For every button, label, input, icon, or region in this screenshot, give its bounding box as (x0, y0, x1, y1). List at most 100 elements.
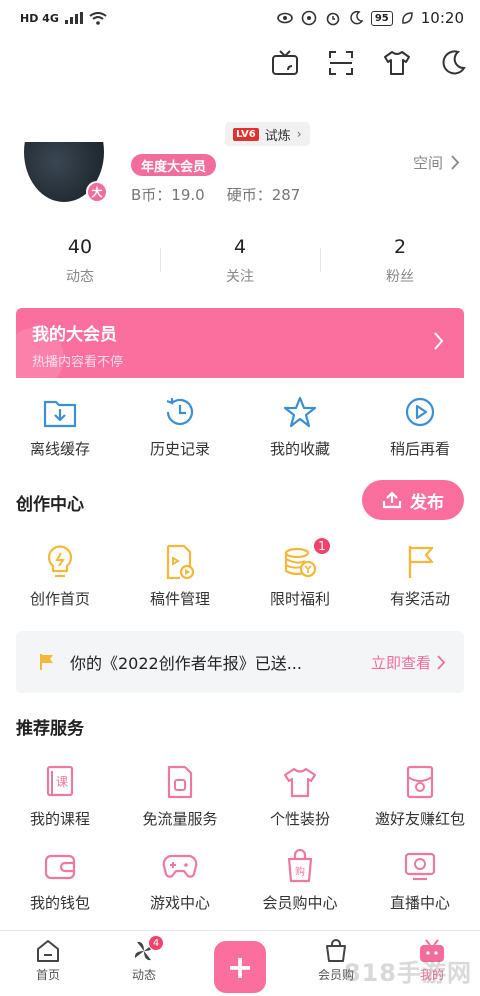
watch-later-icon (402, 394, 438, 430)
home-icon (37, 940, 59, 962)
vip-banner[interactable]: 我的大会员 热播内容看不停 (16, 308, 464, 378)
stat-label: 关注 (226, 269, 254, 285)
chevron-right-icon: › (296, 127, 302, 141)
view-now-label: 立即查看 (370, 653, 431, 672)
service-label: 免流量服务 (142, 810, 218, 828)
chevron-right-icon (437, 654, 446, 670)
leaf-icon (401, 12, 413, 24)
creator-label: 创作首页 (29, 590, 90, 608)
vibrate-icon (301, 10, 317, 26)
vip-banner-subtitle: 热播内容看不停 (32, 355, 124, 370)
star-icon (282, 394, 318, 430)
chevron-right-icon (451, 155, 460, 170)
shopping-bag-icon: 购 (282, 848, 318, 884)
services-title: 推荐服务 (16, 719, 84, 739)
tab-create[interactable]: + (192, 931, 288, 996)
tshirt-icon (282, 764, 318, 800)
stat-number: 2 (393, 236, 407, 258)
quick-history[interactable]: 历史记录 (120, 394, 240, 459)
quick-label: 我的收藏 (269, 440, 330, 458)
stat-label: 动态 (66, 269, 94, 285)
service-label: 我的课程 (29, 810, 90, 828)
publish-label: 发布 (410, 492, 444, 513)
creator-manuscripts[interactable]: 稿件管理 (120, 544, 240, 609)
quick-watch-later[interactable]: 稍后再看 (360, 394, 480, 459)
status-bar: HD 4G 95 10:20 (0, 0, 480, 36)
vip-banner-title: 我的大会员 (32, 325, 117, 345)
coin-count[interactable]: 硬币：287 (227, 184, 301, 205)
service-my-courses[interactable]: 课 我的课程 (0, 764, 120, 829)
creator-home[interactable]: 创作首页 (0, 544, 120, 609)
stats-row: 40 动态 4 关注 2 粉丝 (0, 236, 480, 286)
quick-favorites[interactable]: 我的收藏 (240, 394, 360, 459)
service-free-data[interactable]: 免流量服务 (120, 764, 240, 829)
creator-label: 稿件管理 (149, 590, 210, 608)
wallet-icon (42, 848, 78, 884)
wifi-icon (89, 11, 107, 25)
space-label: 空间 (412, 154, 443, 172)
space-link[interactable]: 空间 (413, 152, 460, 173)
service-member-shop[interactable]: 购 会员购中心 (240, 848, 360, 913)
level-chip[interactable]: LV6 试炼 › (225, 122, 310, 146)
moon-status-icon (350, 11, 363, 25)
view-now-link[interactable]: 立即查看 (371, 652, 446, 673)
creator-label: 限时福利 (269, 590, 330, 608)
tab-dynamics[interactable]: 4 动态 (96, 931, 192, 996)
bcoin-count[interactable]: B币：19.0 (131, 184, 205, 205)
invite-icon (402, 764, 438, 800)
signal-indicators: HD 4G (20, 12, 107, 25)
quick-label: 离线缓存 (29, 440, 90, 458)
download-folder-icon (42, 394, 78, 430)
stat-fans[interactable]: 2 粉丝 (320, 236, 480, 286)
quick-label: 历史记录 (149, 440, 210, 458)
tshirt-icon[interactable] (382, 48, 412, 78)
services-row-2: 我的钱包 游戏中心 购 会员购中心 直播中心 (0, 848, 480, 913)
creator-label: 有奖活动 (389, 590, 450, 608)
avatar-badge: 大 (86, 181, 108, 203)
alarm-icon (326, 12, 340, 26)
tab-label: 动态 (131, 968, 156, 982)
quick-offline-cache[interactable]: 离线缓存 (0, 394, 120, 459)
level-label: 试炼 (264, 128, 291, 144)
service-game-center[interactable]: 游戏中心 (120, 848, 240, 913)
coins-row: B币：19.0 硬币：287 (131, 184, 300, 205)
tv-cast-icon[interactable] (270, 48, 300, 78)
service-label: 我的钱包 (29, 894, 90, 912)
upload-icon (382, 491, 402, 509)
clock: 10:20 (420, 9, 464, 27)
moon-icon[interactable] (438, 48, 468, 78)
vip-tag[interactable]: 年度大会员 (131, 154, 217, 176)
creator-events[interactable]: 有奖活动 (360, 544, 480, 609)
scan-icon[interactable] (326, 48, 356, 78)
creator-center-title: 创作中心 (16, 495, 84, 515)
service-live-center[interactable]: 直播中心 (360, 848, 480, 913)
stat-number: 40 (67, 236, 93, 258)
services-row-1: 课 我的课程 免流量服务 个性装扮 邀好友赚红包 (0, 764, 480, 829)
tab-home[interactable]: 首页 (0, 931, 96, 996)
battery-level: 95 (370, 10, 393, 26)
creator-limited-benefits[interactable]: 1 限时福利 (240, 536, 360, 609)
service-wallet[interactable]: 我的钱包 (0, 848, 120, 913)
plus-icon: + (214, 941, 266, 993)
level-badge: LV6 (233, 127, 259, 141)
service-label: 会员购中心 (262, 894, 338, 912)
eye-icon (277, 12, 293, 24)
creator-row: 创作首页 稿件管理 1 限时福利 有奖活动 (0, 536, 480, 609)
service-dress-up[interactable]: 个性装扮 (240, 764, 360, 829)
publish-button[interactable]: 发布 (362, 480, 464, 520)
stat-posts[interactable]: 40 动态 (0, 236, 160, 286)
course-icon: 课 (42, 764, 78, 800)
watermark: 818手游网 (343, 959, 472, 987)
signal-icon (64, 12, 83, 24)
notification-badge: 4 (148, 935, 164, 951)
quick-label: 稍后再看 (389, 440, 450, 458)
service-invite-friends[interactable]: 邀好友赚红包 (360, 764, 480, 829)
flag-icon (402, 544, 438, 580)
service-label: 个性装扮 (269, 810, 330, 828)
svg-text:课: 课 (56, 775, 68, 789)
annual-report-banner[interactable]: 你的《2022创作者年报》已送... 立即查看 (16, 631, 464, 693)
manuscript-icon (162, 544, 198, 580)
report-text: 你的《2022创作者年报》已送... (70, 654, 302, 673)
network-label: HD 4G (20, 11, 59, 25)
stat-following[interactable]: 4 关注 (160, 236, 320, 286)
